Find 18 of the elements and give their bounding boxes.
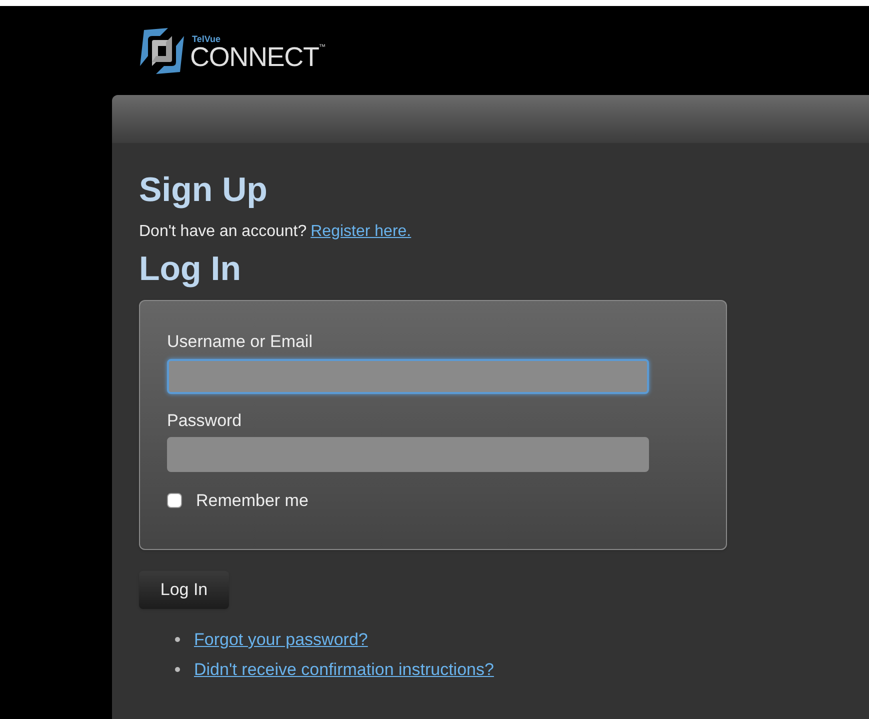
login-heading: Log In bbox=[139, 248, 242, 290]
help-link[interactable]: Forgot your password? bbox=[194, 627, 368, 652]
field-label: Password bbox=[167, 410, 243, 432]
signup-heading: Sign Up bbox=[139, 170, 268, 211]
bullet-icon bbox=[175, 666, 180, 672]
bullet-icon bbox=[175, 637, 180, 642]
login-button[interactable]: Log In bbox=[139, 571, 229, 609]
logo-text: CONNECT bbox=[190, 44, 319, 70]
input-field[interactable] bbox=[167, 437, 649, 472]
input-field[interactable] bbox=[167, 358, 649, 394]
field-label: Username or Email bbox=[167, 331, 314, 353]
logo-icon bbox=[138, 26, 186, 76]
remember-checkbox[interactable] bbox=[167, 493, 182, 508]
logo-subtitle: TelVue bbox=[192, 34, 222, 44]
signup-prompt: Don't have an account? bbox=[139, 222, 307, 242]
remember-label: Remember me bbox=[196, 490, 308, 512]
help-link[interactable]: Didn't receive confirmation instructions? bbox=[194, 656, 494, 682]
register-link[interactable]: Register here. bbox=[310, 220, 412, 244]
